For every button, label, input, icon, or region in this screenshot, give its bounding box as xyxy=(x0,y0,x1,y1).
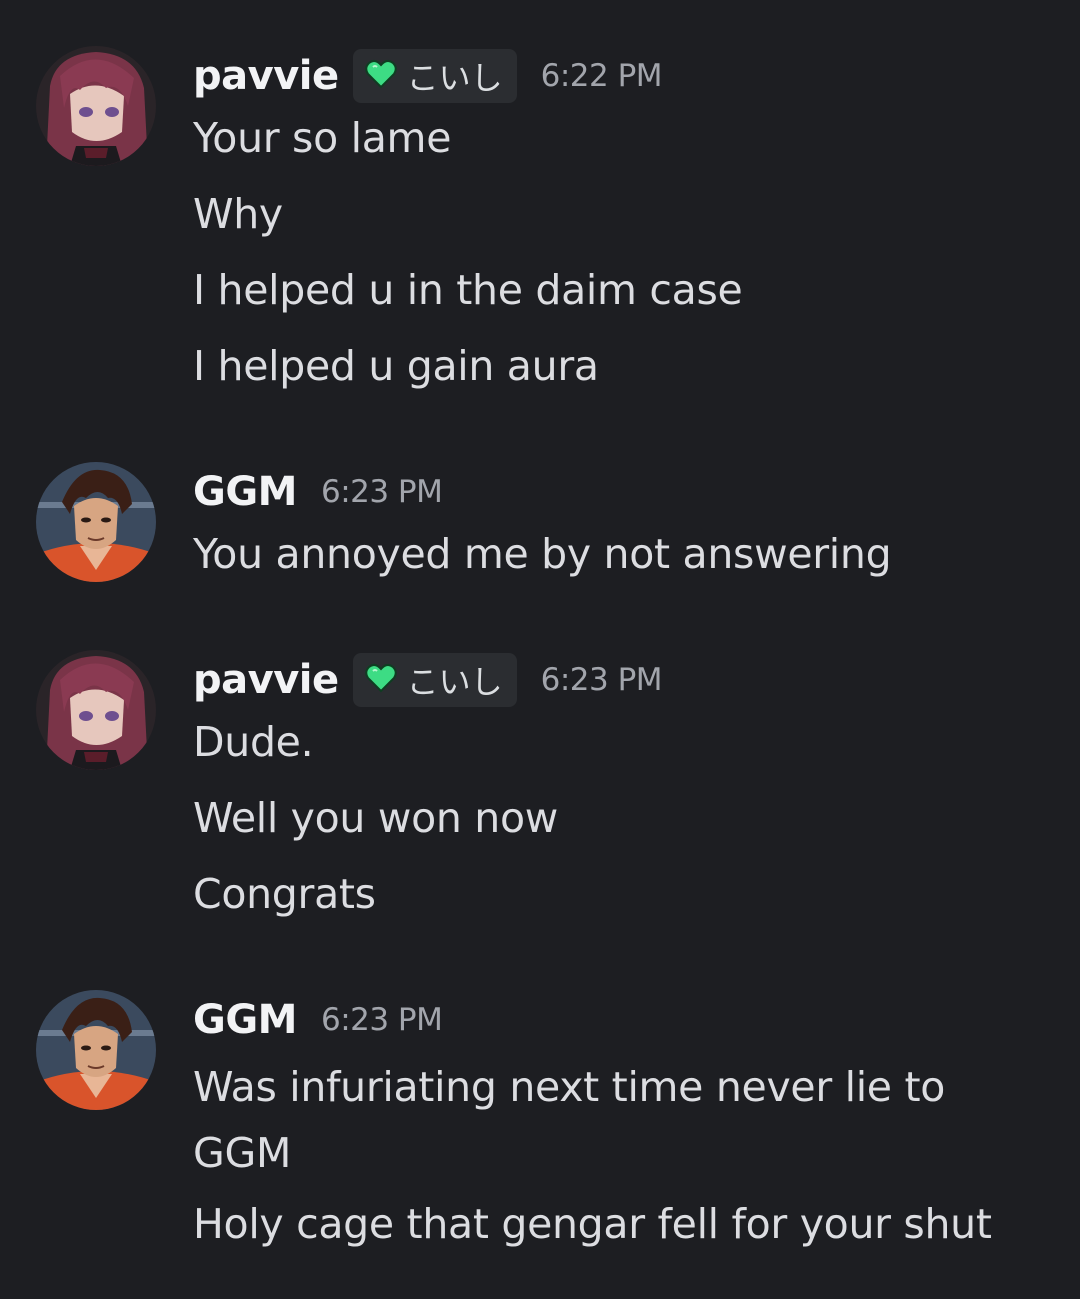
chat-log: pavvie こいし 6:22 PM Your so lame Why I he… xyxy=(0,0,1080,1299)
avatar-pavvie[interactable] xyxy=(36,650,156,770)
avatar-ggm[interactable] xyxy=(36,462,156,582)
green-heart-icon xyxy=(364,59,397,93)
message-line: I helped u in the daim case xyxy=(193,266,743,314)
username[interactable]: pavvie xyxy=(193,657,339,703)
message-line: Well you won now xyxy=(193,794,558,842)
server-tag[interactable]: こいし xyxy=(352,49,517,103)
message-header: GGM 6:23 PM xyxy=(193,990,1040,1050)
avatar-pavvie[interactable] xyxy=(36,46,156,166)
server-tag[interactable]: こいし xyxy=(352,653,517,707)
username[interactable]: GGM xyxy=(193,997,297,1043)
message-content: GGM 6:23 PM Was infuriating next time ne… xyxy=(193,990,1040,1248)
message-line: Your so lame xyxy=(193,114,452,162)
message-line: You annoyed me by not answering xyxy=(193,530,892,578)
message-line: Was infuriating next time never lie to G… xyxy=(193,1063,946,1177)
message-header: GGM 6:23 PM xyxy=(193,462,1040,522)
message-header: pavvie こいし 6:22 PM xyxy=(193,46,1040,106)
message-header: pavvie こいし 6:23 PM xyxy=(193,650,1040,710)
message-content: GGM 6:23 PM You annoyed me by not answer… xyxy=(193,462,1040,578)
message-line: Dude. xyxy=(193,718,314,766)
tag-label: こいし xyxy=(406,663,503,701)
username[interactable]: pavvie xyxy=(193,53,339,99)
timestamp: 6:23 PM xyxy=(540,662,663,698)
timestamp: 6:22 PM xyxy=(540,58,663,94)
avatar-ggm[interactable] xyxy=(36,990,156,1110)
timestamp: 6:23 PM xyxy=(320,1002,443,1038)
message-content: pavvie こいし 6:23 PM Dude. Well you won no… xyxy=(193,650,1040,918)
message-content: pavvie こいし 6:22 PM Your so lame Why I he… xyxy=(193,46,1040,390)
tag-label: こいし xyxy=(406,59,503,97)
message-line: Holy cage that gengar fell for your shut xyxy=(193,1200,992,1248)
green-heart-icon xyxy=(364,663,397,697)
username[interactable]: GGM xyxy=(193,469,297,515)
message-line: I helped u gain aura xyxy=(193,342,599,390)
timestamp: 6:23 PM xyxy=(320,474,443,510)
message-line: Why xyxy=(193,190,283,238)
message-line: Congrats xyxy=(193,870,376,918)
